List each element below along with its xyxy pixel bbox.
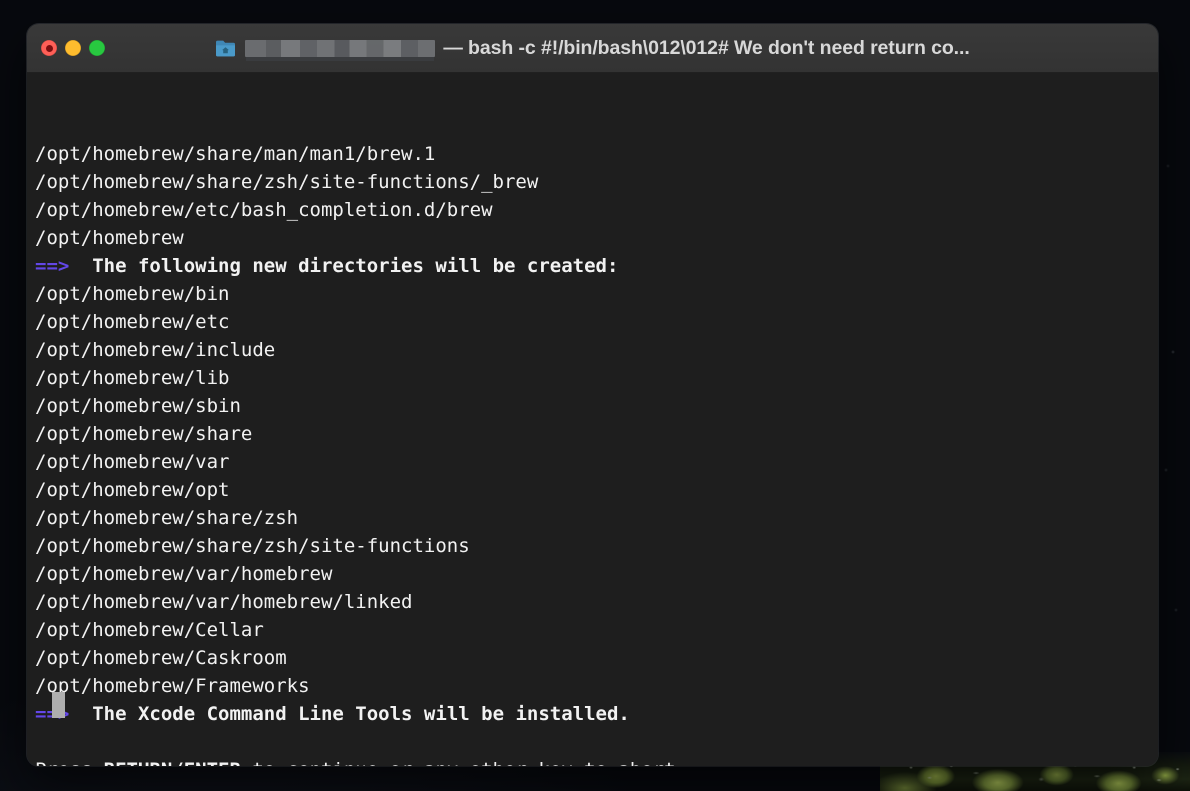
terminal-window[interactable]: — bash -c #!/bin/bash\012\012# We don't … [27,24,1158,766]
prompt-emphasis: RETURN/ENTER [104,759,241,766]
terminal-line: /opt/homebrew/var/homebrew [35,563,333,585]
terminal-line: /opt/homebrew [35,227,184,249]
prompt-suffix: to continue or any other key to abort: [241,759,687,766]
notice-arrow: ==> [35,255,70,277]
terminal-line: /opt/homebrew/include [35,339,276,361]
terminal-cursor [52,692,65,718]
redacted-path-label [245,39,436,57]
window-title: — bash -c #!/bin/bash\012\012# We don't … [443,36,970,59]
traffic-light-buttons [41,40,105,56]
terminal-line: /opt/homebrew/Caskroom [35,647,287,669]
terminal-line-list: /opt/homebrew/share/man/man1/brew.1/opt/… [35,140,1158,766]
terminal-line: /opt/homebrew/Cellar [35,619,264,641]
terminal-line: /opt/homebrew/lib [35,367,230,389]
terminal-line: /opt/homebrew/share [35,423,253,445]
notice-text: The Xcode Command Line Tools will be ins… [69,703,630,725]
prompt-prefix: Press [35,759,104,766]
terminal-line: /opt/homebrew/etc [35,311,230,333]
terminal-line: /opt/homebrew/etc/bash_completion.d/brew [35,199,493,221]
terminal-line: /opt/homebrew/share/man/man1/brew.1 [35,143,436,165]
terminal-line: /opt/homebrew/sbin [35,395,241,417]
terminal-line: /opt/homebrew/opt [35,479,230,501]
window-title-group: — bash -c #!/bin/bash\012\012# We don't … [27,24,1158,72]
terminal-line: /opt/homebrew/var [35,451,230,473]
terminal-line: /opt/homebrew/Frameworks [35,675,310,697]
close-button[interactable] [41,40,57,56]
terminal-line: /opt/homebrew/share/zsh/site-functions/_… [35,171,539,193]
terminal-line: Press RETURN/ENTER to continue or any ot… [35,756,1158,766]
terminal-line: /opt/homebrew/bin [35,283,230,305]
terminal-line: /opt/homebrew/share/zsh [35,507,299,529]
maximize-button[interactable] [89,40,105,56]
minimize-button[interactable] [65,40,81,56]
terminal-line: /opt/homebrew/var/homebrew/linked [35,591,413,613]
terminal-output[interactable]: /opt/homebrew/share/man/man1/brew.1/opt/… [27,73,1158,766]
folder-home-icon [216,40,236,56]
terminal-line: ==> The Xcode Command Line Tools will be… [35,700,1158,728]
window-title-bar[interactable]: — bash -c #!/bin/bash\012\012# We don't … [27,24,1158,73]
notice-text: The following new directories will be cr… [69,255,619,277]
terminal-line: ==> The following new directories will b… [35,252,1158,280]
terminal-line: /opt/homebrew/share/zsh/site-functions [35,535,470,557]
